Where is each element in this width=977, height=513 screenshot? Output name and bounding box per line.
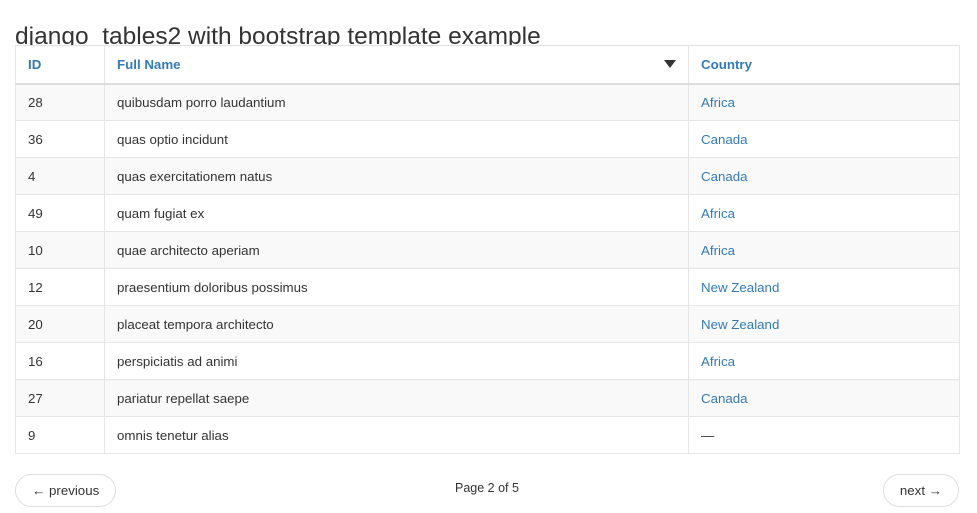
cell-full-name: quam fugiat ex [104, 194, 689, 232]
cell-full-name: quas optio incidunt [104, 120, 689, 158]
cell-id: 28 [15, 83, 105, 121]
next-page-button[interactable]: next → [882, 474, 959, 507]
table-row: 36 quas optio incidunt Canada [15, 120, 960, 158]
cell-full-name: quibusdam porro laudantium [104, 83, 689, 121]
cell-country: Africa [688, 83, 960, 121]
country-link[interactable]: Africa [701, 206, 735, 221]
cell-country: Canada [688, 120, 960, 158]
column-header-id-link[interactable]: ID [28, 57, 41, 72]
column-header-full-name-link[interactable]: Full Name [117, 57, 181, 72]
cell-country: New Zealand [688, 268, 960, 306]
table-row: 27 pariatur repellat saepe Canada [15, 379, 960, 417]
table-row: 9 omnis tenetur alias — [15, 416, 960, 454]
cell-id: 9 [15, 416, 105, 454]
cell-country: Africa [688, 342, 960, 380]
cell-country: — [688, 416, 960, 454]
country-link[interactable]: Africa [701, 95, 735, 110]
cell-id: 10 [15, 231, 105, 269]
pagination-status: Page 2 of 5 [455, 481, 519, 495]
cell-country: Canada [688, 379, 960, 417]
cell-full-name: pariatur repellat saepe [104, 379, 689, 417]
country-empty-value: — [701, 427, 715, 443]
column-header-full-name[interactable]: Full Name [104, 45, 689, 85]
column-header-id[interactable]: ID [15, 45, 105, 85]
page-root: django_tables2 with bootstrap template e… [0, 0, 977, 513]
table-container: ID Full Name Country 28 quibusdam porro … [15, 45, 960, 454]
table-row: 12 praesentium doloribus possimus New Ze… [15, 268, 960, 306]
country-link[interactable]: Canada [701, 132, 748, 147]
column-header-country-link[interactable]: Country [701, 57, 752, 72]
results-table: ID Full Name Country 28 quibusdam porro … [15, 45, 960, 454]
table-body: 28 quibusdam porro laudantium Africa 36 … [15, 83, 960, 454]
cell-id: 49 [15, 194, 105, 232]
country-link[interactable]: New Zealand [701, 317, 779, 332]
cell-id: 36 [15, 120, 105, 158]
cell-full-name: quae architecto aperiam [104, 231, 689, 269]
country-link[interactable]: Canada [701, 391, 748, 406]
cell-id: 4 [15, 157, 105, 195]
cell-full-name: perspiciatis ad animi [104, 342, 689, 380]
table-row: 4 quas exercitationem natus Canada [15, 157, 960, 195]
table-header-row: ID Full Name Country [15, 45, 960, 85]
cell-full-name: omnis tenetur alias [104, 416, 689, 454]
table-row: 20 placeat tempora architecto New Zealan… [15, 305, 960, 343]
cell-id: 27 [15, 379, 105, 417]
cell-full-name: quas exercitationem natus [104, 157, 689, 195]
country-link[interactable]: Africa [701, 243, 735, 258]
pagination: ← previous Page 2 of 5 next → [15, 474, 959, 507]
cell-id: 12 [15, 268, 105, 306]
cell-country: New Zealand [688, 305, 960, 343]
column-header-country[interactable]: Country [688, 45, 960, 85]
cell-full-name: praesentium doloribus possimus [104, 268, 689, 306]
cell-id: 20 [15, 305, 105, 343]
cell-country: Africa [688, 231, 960, 269]
country-link[interactable]: New Zealand [701, 280, 779, 295]
country-link[interactable]: Africa [701, 354, 735, 369]
country-link[interactable]: Canada [701, 169, 748, 184]
table-row: 28 quibusdam porro laudantium Africa [15, 83, 960, 121]
table-row: 16 perspiciatis ad animi Africa [15, 342, 960, 380]
caret-down-icon [664, 60, 676, 69]
cell-full-name: placeat tempora architecto [104, 305, 689, 343]
table-row: 49 quam fugiat ex Africa [15, 194, 960, 232]
cell-country: Africa [688, 194, 960, 232]
cell-id: 16 [15, 342, 105, 380]
cell-country: Canada [688, 157, 960, 195]
table-row: 10 quae architecto aperiam Africa [15, 231, 960, 269]
table-header: ID Full Name Country [15, 45, 960, 85]
